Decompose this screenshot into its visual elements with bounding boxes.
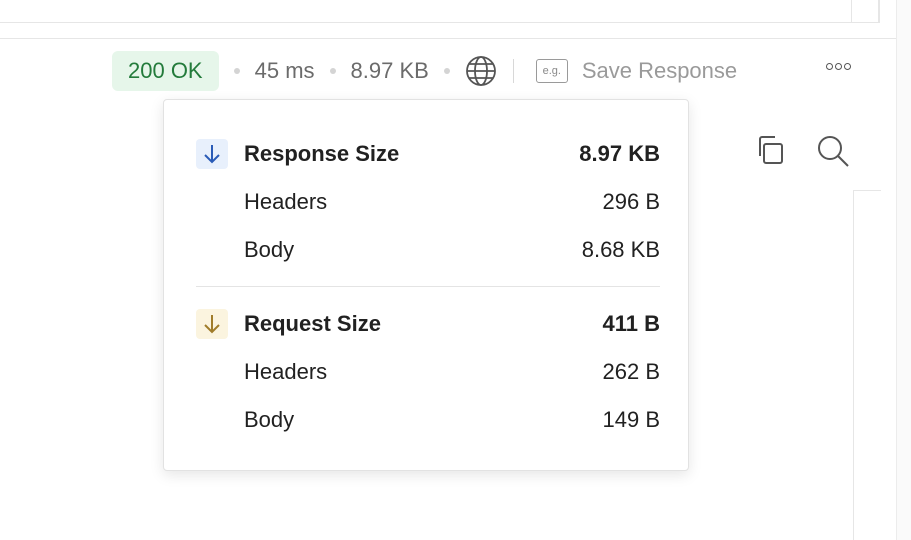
response-size[interactable]: 8.97 KB — [351, 58, 429, 84]
copy-icon[interactable] — [754, 134, 786, 171]
request-headers-row: Headers 262 B — [164, 357, 688, 387]
response-size-total: 8.97 KB — [579, 141, 660, 166]
popover-divider — [196, 286, 660, 287]
response-body-label: Body — [244, 237, 295, 262]
response-headers-label: Headers — [244, 189, 328, 214]
scrollbar-edge — [878, 0, 880, 22]
toolbar-separator — [512, 59, 514, 83]
response-header-divider — [0, 38, 911, 39]
response-size-row: Response Size 8.97 KB — [164, 139, 688, 169]
search-icon[interactable] — [816, 134, 850, 173]
response-time[interactable]: 45 ms — [255, 58, 315, 84]
response-status-bar: 200 OK 45 ms 8.97 KB e.g. Save Response — [112, 51, 737, 91]
request-body-row: Body 149 B — [164, 405, 688, 435]
response-body-row: Body 8.68 KB — [164, 235, 688, 265]
response-panel-border-top — [853, 190, 881, 191]
window-scrollbar[interactable] — [896, 0, 911, 540]
request-size-row: Request Size 411 B — [164, 309, 688, 339]
separator-dot — [329, 68, 336, 74]
top-divider-vertical — [851, 0, 852, 22]
status-badge[interactable]: 200 OK — [112, 51, 219, 91]
arrow-down-icon — [196, 309, 228, 339]
request-size-total: 411 B — [602, 311, 661, 336]
response-body-value: 8.68 KB — [581, 237, 660, 262]
separator-dot — [233, 68, 240, 74]
request-size-title: Request Size — [244, 311, 381, 336]
response-headers-row: Headers 296 B — [164, 187, 688, 217]
request-headers-value: 262 B — [602, 359, 661, 384]
separator-dot — [443, 68, 450, 74]
request-body-label: Body — [244, 407, 295, 432]
response-size-title: Response Size — [244, 141, 400, 166]
arrow-down-icon — [196, 139, 228, 169]
request-body-value: 149 B — [602, 407, 661, 432]
save-response-button[interactable]: Save Response — [582, 58, 737, 84]
response-panel-border — [853, 190, 854, 540]
more-icon[interactable] — [826, 63, 851, 70]
example-icon: e.g. — [535, 59, 568, 83]
size-details-popover: Response Size 8.97 KB Headers 296 B Body… — [163, 99, 689, 471]
top-divider — [0, 22, 880, 23]
response-headers-value: 296 B — [602, 189, 661, 214]
request-headers-label: Headers — [244, 359, 328, 384]
globe-icon[interactable] — [465, 55, 497, 87]
